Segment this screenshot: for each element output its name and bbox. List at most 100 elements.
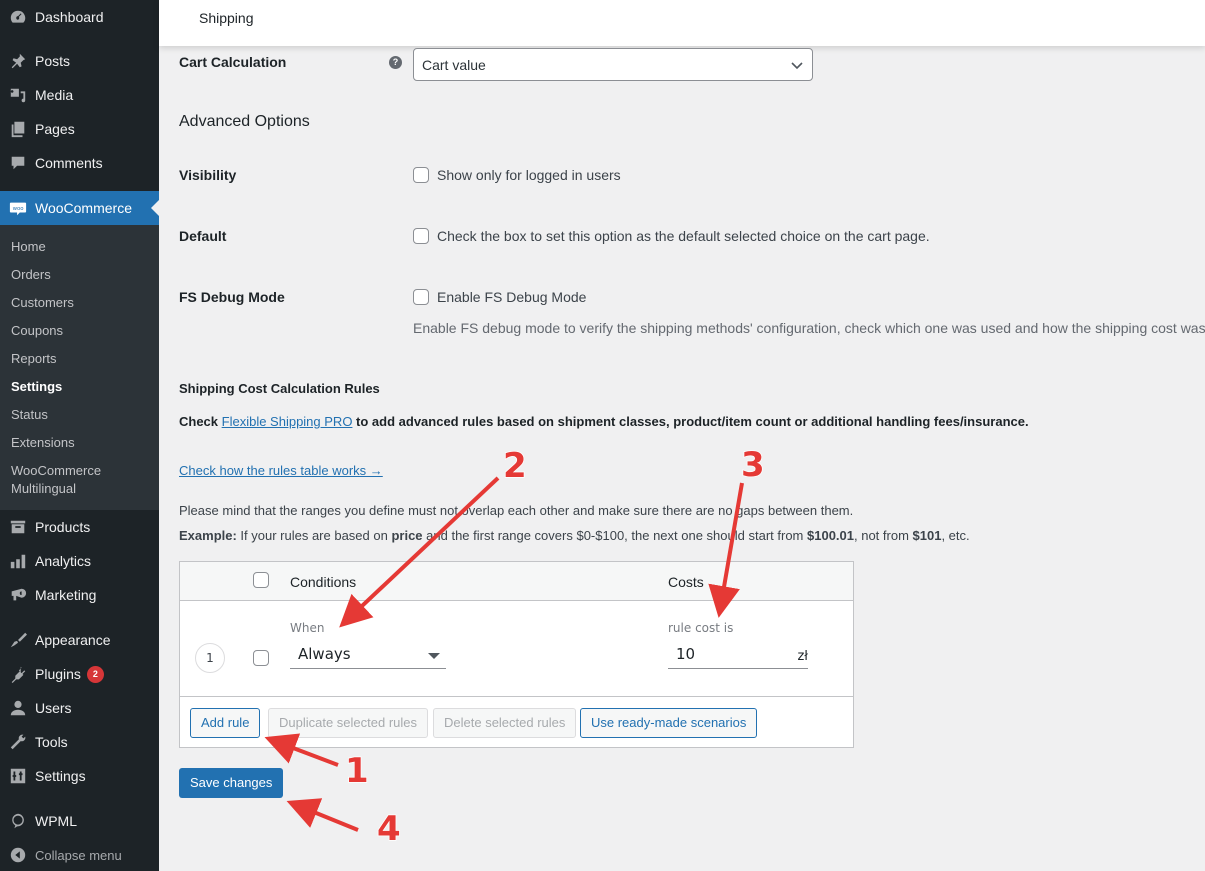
menu-pages[interactable]: Pages <box>0 112 159 146</box>
annotation-number-3: 3 <box>741 445 765 485</box>
example-bold: $101 <box>912 528 942 543</box>
default-checkbox-label[interactable]: Check the box to set this option as the … <box>437 228 930 244</box>
visibility-checkbox[interactable] <box>413 167 429 183</box>
menu-label: Marketing <box>35 587 97 603</box>
menu-wpml[interactable]: WPML <box>0 804 159 838</box>
submenu-settings[interactable]: Settings <box>11 378 62 396</box>
menu-products[interactable]: Products <box>0 510 159 544</box>
rules-table-help-link[interactable]: Check how the rules table works → <box>179 463 383 478</box>
duplicate-rules-button[interactable]: Duplicate selected rules <box>268 708 429 738</box>
default-option: Check the box to set this option as the … <box>413 228 930 244</box>
conditions-header: Conditions <box>290 574 357 590</box>
save-changes-button[interactable]: Save changes <box>179 768 284 798</box>
table-row: 1 When Always rule cost is 10 zł <box>180 601 853 697</box>
cost-value: 10 <box>676 645 696 663</box>
flexible-shipping-pro-link[interactable]: Flexible Shipping PRO <box>222 414 353 429</box>
cart-calculation-value: Cart value <box>422 57 486 73</box>
admin-sidebar: Dashboard Posts Media Pages Comments woo… <box>0 0 159 871</box>
cost-input[interactable]: 10 zł <box>668 641 808 669</box>
rules-table-header: Conditions Costs <box>180 562 853 601</box>
annotation-number-4: 4 <box>377 809 401 849</box>
products-icon <box>8 517 28 537</box>
menu-appearance[interactable]: Appearance <box>0 623 159 657</box>
submenu-status[interactable]: Status <box>11 406 48 424</box>
tab-shipping[interactable]: Shipping <box>199 10 254 26</box>
rule-number: 1 <box>195 643 225 673</box>
delete-rules-button[interactable]: Delete selected rules <box>433 708 577 738</box>
rules-heading: Shipping Cost Calculation Rules <box>179 381 380 396</box>
annotation-arrow-4 <box>286 798 359 832</box>
submenu-woocommerce-multilingual[interactable]: WooCommerce Multilingual <box>11 462 121 498</box>
menu-analytics[interactable]: Analytics <box>0 544 159 578</box>
ranges-note: Please mind that the ranges you define m… <box>179 503 854 518</box>
example-text: , etc. <box>941 528 970 543</box>
debug-mode-label: FS Debug Mode <box>179 289 285 305</box>
rules-table: Conditions Costs 1 When Always rule cost… <box>179 561 854 748</box>
menu-label: Products <box>35 519 91 535</box>
submenu-reports[interactable]: Reports <box>11 350 57 368</box>
menu-label: Users <box>35 700 72 716</box>
settings-icon <box>8 766 28 786</box>
menu-label: Media <box>35 87 74 103</box>
example-text: , not from <box>854 528 913 543</box>
menu-tools[interactable]: Tools <box>0 725 159 759</box>
visibility-option: Show only for logged in users <box>413 167 621 183</box>
submenu-coupons[interactable]: Coupons <box>11 322 63 340</box>
collapse-menu-button[interactable]: Collapse menu <box>0 838 159 871</box>
visibility-checkbox-label[interactable]: Show only for logged in users <box>437 167 621 183</box>
ranges-example: Example: If your rules are based on pric… <box>179 528 970 543</box>
add-rule-button[interactable]: Add rule <box>190 708 261 738</box>
pin-icon <box>8 51 28 71</box>
menu-media[interactable]: Media <box>0 78 159 112</box>
condition-select[interactable]: Always <box>290 641 446 669</box>
menu-dashboard[interactable]: Dashboard <box>0 0 159 34</box>
menu-label: Dashboard <box>35 9 104 25</box>
caret-down-icon <box>428 653 440 659</box>
plug-icon <box>8 664 28 684</box>
menu-settings[interactable]: Settings <box>0 759 159 793</box>
menu-users[interactable]: Users <box>0 691 159 725</box>
submenu-home[interactable]: Home <box>11 238 46 256</box>
woocommerce-submenu: Home Orders Customers Coupons Reports Se… <box>0 225 159 510</box>
menu-label: Collapse menu <box>35 847 122 863</box>
menu-label: Plugins <box>35 666 81 682</box>
menu-plugins[interactable]: Plugins 2 <box>0 657 159 691</box>
collapse-icon <box>8 845 28 865</box>
menu-comments[interactable]: Comments <box>0 146 159 180</box>
menu-marketing[interactable]: Marketing <box>0 578 159 612</box>
menu-posts[interactable]: Posts <box>0 44 159 78</box>
wpml-icon <box>8 811 28 831</box>
analytics-icon <box>8 551 28 571</box>
submenu-orders[interactable]: Orders <box>11 266 51 284</box>
menu-woocommerce[interactable]: woo WooCommerce <box>0 191 159 225</box>
menu-label: Comments <box>35 155 103 171</box>
menu-label: Appearance <box>35 632 111 648</box>
brush-icon <box>8 630 28 650</box>
help-icon[interactable]: ? <box>389 56 402 69</box>
menu-label: WPML <box>35 813 77 829</box>
pages-icon <box>8 119 28 139</box>
condition-value: Always <box>298 645 351 663</box>
when-label: When <box>290 621 325 635</box>
submenu-extensions[interactable]: Extensions <box>11 434 75 452</box>
default-label: Default <box>179 228 227 244</box>
menu-label: Analytics <box>35 553 92 569</box>
default-checkbox[interactable] <box>413 228 429 244</box>
select-all-checkbox[interactable] <box>253 572 269 588</box>
plugins-update-badge: 2 <box>86 665 104 683</box>
pro-notice: Check Flexible Shipping PRO to add advan… <box>179 414 1029 429</box>
submenu-customers[interactable]: Customers <box>11 294 74 312</box>
advanced-options-heading: Advanced Options <box>179 113 310 130</box>
annotation-number-1: 1 <box>345 751 369 791</box>
cart-calculation-select[interactable]: Cart value <box>413 48 813 81</box>
menu-label: Posts <box>35 53 71 69</box>
debug-mode-checkbox-label[interactable]: Enable FS Debug Mode <box>437 289 586 305</box>
debug-mode-option: Enable FS Debug Mode <box>413 289 586 305</box>
debug-mode-checkbox[interactable] <box>413 289 429 305</box>
debug-mode-description: Enable FS debug mode to verify the shipp… <box>413 320 1205 336</box>
rule-checkbox[interactable] <box>253 650 269 666</box>
comment-icon <box>8 153 28 173</box>
ready-made-scenarios-button[interactable]: Use ready-made scenarios <box>580 708 758 738</box>
costs-header: Costs <box>668 574 704 590</box>
menu-label: Pages <box>35 121 75 137</box>
